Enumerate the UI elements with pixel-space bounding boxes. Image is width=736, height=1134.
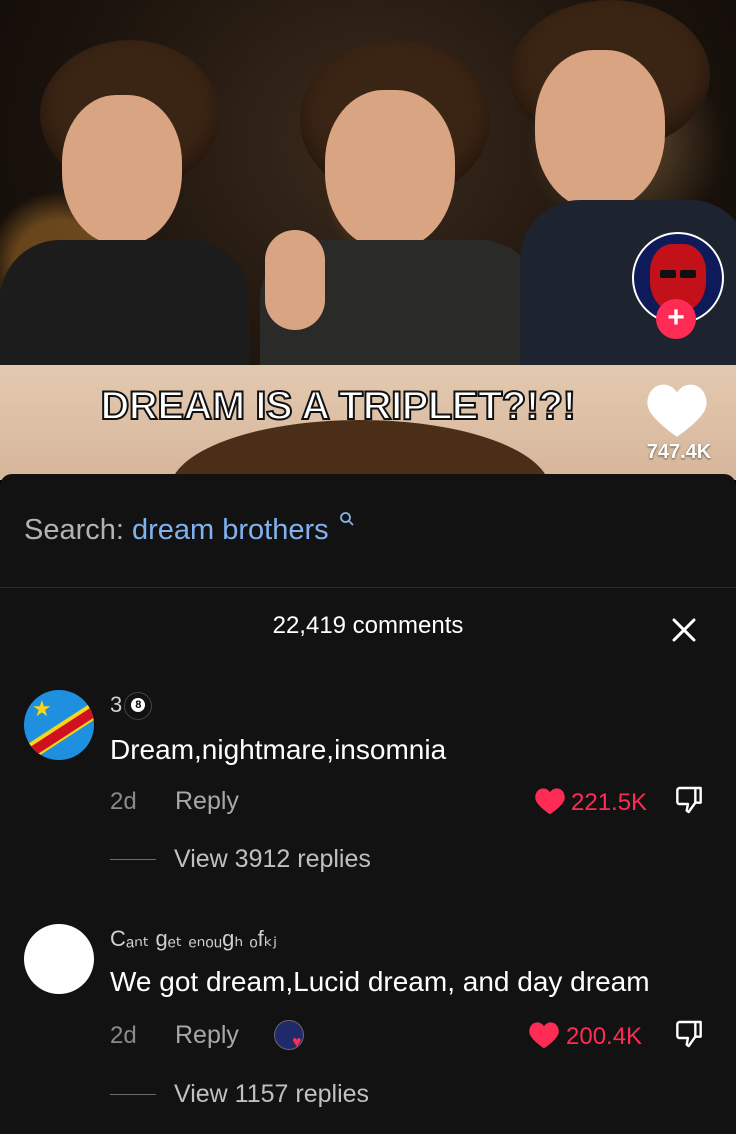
commenter-avatar[interactable]: ★ — [24, 690, 94, 760]
comment-item: ★ 38 Dream,nightmare,insomnia 2d Reply 2… — [0, 686, 736, 876]
comment-username[interactable]: Cₐₙₜ gₑₜ ₑₙₒᵤgₕ ₒfₖⱼ — [110, 926, 277, 952]
search-icon — [339, 512, 354, 526]
view-replies-line — [110, 859, 156, 860]
comment-count-title: 22,419 comments — [272, 612, 464, 639]
eight-ball-icon: 8 — [124, 692, 153, 721]
reply-button[interactable]: Reply — [175, 787, 239, 816]
reply-button[interactable]: Reply — [175, 1021, 239, 1050]
comment-text: We got dream,Lucid dream, and day dream — [110, 966, 650, 997]
comment-item: Cₐₙₜ gₑₜ ₑₙₒᵤgₕ ₒfₖⱼ We got dream,Lucid … — [0, 920, 736, 1120]
dislike-icon[interactable] — [674, 784, 706, 816]
comment-like-heart-icon[interactable] — [528, 1020, 560, 1050]
view-replies-line — [110, 1094, 156, 1095]
comment-like-count: 221.5K — [571, 789, 648, 816]
video-player[interactable]: DREAM IS A TRIPLET?!?! + 747.4K — [0, 0, 736, 480]
search-term-link[interactable]: dream brothers — [132, 514, 329, 546]
comment-username[interactable]: 38 — [110, 692, 153, 721]
comments-sheet: Search: dream brothers 22,419 comments ★… — [0, 474, 736, 1134]
divider — [0, 587, 736, 588]
view-replies-link[interactable]: View 3912 replies — [174, 845, 371, 874]
comment-time: 2d — [110, 1022, 137, 1049]
video-like-count: 747.4K — [646, 441, 712, 463]
comment-like-heart-icon[interactable] — [534, 786, 566, 816]
video-caption-overlay: DREAM IS A TRIPLET?!?! — [100, 383, 577, 429]
mini-heart-icon: ♥ — [292, 1034, 302, 1051]
search-label: Search: — [24, 514, 124, 546]
dislike-icon[interactable] — [674, 1018, 706, 1050]
comment-time: 2d — [110, 788, 137, 815]
comment-like-count: 200.4K — [566, 1023, 643, 1050]
comment-text: Dream,nightmare,insomnia — [110, 734, 447, 765]
close-icon[interactable] — [666, 612, 702, 648]
liked-by-creator-badge: ♥ — [274, 1018, 310, 1054]
like-heart-icon[interactable] — [645, 380, 709, 440]
view-replies-link[interactable]: View 1157 replies — [174, 1080, 369, 1109]
search-suggestion[interactable]: Search: dream brothers — [24, 512, 354, 547]
follow-button[interactable]: + — [656, 299, 696, 339]
commenter-avatar[interactable] — [24, 924, 94, 994]
comment-username-text: 3 — [110, 692, 123, 717]
